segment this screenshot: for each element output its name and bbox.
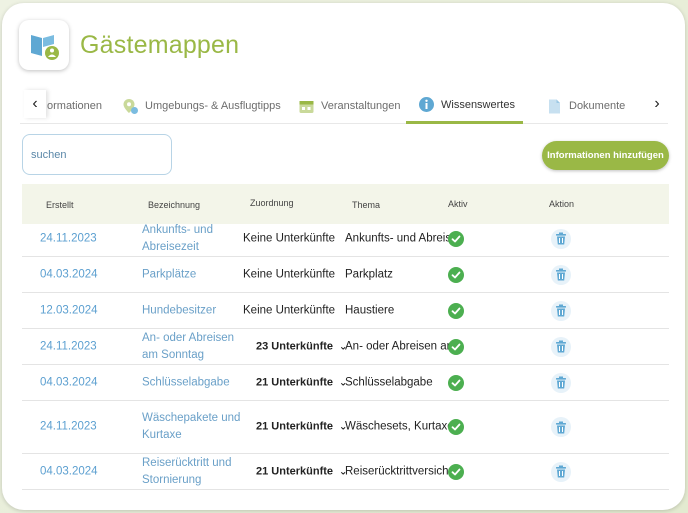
table-row[interactable]: 24.11.2023 Wäschepakete und Kurtaxe 21 Unt… <box>22 401 669 454</box>
chevron-left-icon[interactable]: ‹ <box>24 90 46 118</box>
tab-umgebungs-ausflugtipps[interactable]: Umgebungs- & Ausflugtipps <box>122 88 281 124</box>
assignment-label: 23 Unterkünfte <box>256 340 334 352</box>
entry-name-link[interactable]: Wäschepakete und Kurtaxe <box>142 410 242 444</box>
entry-name-link[interactable]: An- oder Abreisen am Sonntag <box>142 330 242 364</box>
check-circle-icon <box>448 302 464 319</box>
check-circle-icon <box>448 230 464 247</box>
active-status <box>448 230 464 247</box>
delete-button[interactable] <box>551 300 571 321</box>
header-theme[interactable]: Thema <box>352 200 380 210</box>
calendar-icon <box>298 98 315 115</box>
check-circle-icon <box>448 374 464 391</box>
tab-label: Dokumente <box>569 100 626 112</box>
check-circle-icon <box>448 419 464 435</box>
trash-icon <box>551 300 571 321</box>
header-name[interactable]: Bezeichnung <box>148 200 200 210</box>
table-row[interactable]: 24.11.2023 Ankunfts- und Abreisezeit Keine… <box>22 221 669 257</box>
delete-button[interactable] <box>551 461 571 482</box>
tab-label: Veranstaltungen <box>321 100 401 112</box>
search-input[interactable] <box>22 134 172 175</box>
active-status <box>448 374 464 391</box>
table-row[interactable]: 04.03.2024 Parkplätze Keine Unterkünfte Par… <box>22 257 669 293</box>
trash-icon <box>551 228 571 249</box>
assignment-dropdown[interactable]: 21 Unterkünfte ⌄ <box>256 463 347 480</box>
assignment-dropdown[interactable]: 21 Unterkünfte ⌄ <box>256 419 347 436</box>
assignment-label: Keine Unterkünfte <box>243 304 336 316</box>
assignment-text: Keine Unterkünfte <box>243 302 335 319</box>
header-created[interactable]: Erstellt <box>46 200 74 210</box>
table-row[interactable]: 24.11.2023 An- oder Abreisen am Sonntag 23… <box>22 329 669 365</box>
active-status <box>448 266 464 283</box>
theme-text: Reiserücktrittversiche <box>345 465 449 477</box>
header-assignment[interactable]: Zuordnung <box>250 198 294 208</box>
table-row[interactable]: 04.03.2024 Reiserücktritt und Stornierung… <box>22 454 669 490</box>
guestbook-logo-icon <box>19 20 69 70</box>
created-date: 04.03.2024 <box>40 268 98 280</box>
table-row[interactable]: 04.03.2024 Schlüsselabgabe 21 Unterkünfte ⌄… <box>22 365 669 401</box>
active-status <box>448 302 464 319</box>
assignment-dropdown[interactable]: 23 Unterkünfte ⌄ <box>256 338 347 355</box>
created-date: 04.03.2024 <box>40 465 98 477</box>
theme-text: Haustiere <box>345 304 395 316</box>
tab-bar: ‹ ormationen Umgebungs- & Ausflugtipps V… <box>20 88 668 124</box>
check-circle-icon <box>448 463 464 480</box>
active-status <box>448 463 464 480</box>
assignment-text: Keine Unterkünfte <box>243 230 335 247</box>
header-action: Aktion <box>549 199 575 209</box>
created-date: 12.03.2024 <box>40 304 98 316</box>
trash-icon <box>551 264 571 285</box>
assignment-text: Keine Unterkünfte <box>243 266 335 283</box>
delete-button[interactable] <box>551 336 571 357</box>
tab-label: ormationen <box>47 100 103 112</box>
assignment-label: 21 Unterkünfte <box>256 465 334 477</box>
tab-label: Wissenswertes <box>441 98 515 111</box>
entry-name-link[interactable]: Schlüsselabgabe <box>142 374 242 391</box>
trash-icon <box>551 372 571 393</box>
trash-icon <box>551 417 571 437</box>
check-circle-icon <box>448 338 464 355</box>
entry-name-link[interactable]: Parkplätze <box>142 266 242 283</box>
trash-icon <box>551 336 571 357</box>
page-title: Gästemappen <box>80 31 240 59</box>
guestbook-card: Gästemappen ‹ ormationen Umgebungs- & Au… <box>2 3 685 510</box>
assignment-dropdown[interactable]: 21 Unterkünfte ⌄ <box>256 374 347 391</box>
active-status <box>448 338 464 355</box>
assignment-label: 21 Unterkünfte <box>256 376 334 388</box>
delete-button[interactable] <box>551 264 571 285</box>
check-circle-icon <box>448 266 464 283</box>
theme-text: Ankunfts- und Abreisezeit <box>345 232 449 244</box>
created-date: 24.11.2023 <box>40 340 97 352</box>
trash-icon <box>551 461 571 482</box>
info-icon <box>418 96 435 113</box>
entry-name-link[interactable]: Reiserücktritt und Stornierung <box>142 455 242 489</box>
assignment-label: Keine Unterkünfte <box>243 232 336 244</box>
header-active[interactable]: Aktiv <box>448 199 468 209</box>
tab-veranstaltungen[interactable]: Veranstaltungen <box>298 88 401 124</box>
assignment-label: 21 Unterkünfte <box>256 420 334 433</box>
delete-button[interactable] <box>551 228 571 249</box>
theme-text: An- oder Abreisen am Sonntag <box>345 340 449 352</box>
entry-name-link[interactable]: Hundebesitzer <box>142 302 242 319</box>
add-information-button[interactable]: Informationen hinzufügen <box>542 141 669 170</box>
created-date: 24.11.2023 <box>40 232 97 244</box>
delete-button[interactable] <box>551 372 571 393</box>
document-icon <box>546 98 563 115</box>
map-pin-icon <box>122 98 139 115</box>
theme-text: Schlüsselabgabe <box>345 376 433 388</box>
created-date: 24.11.2023 <box>40 420 97 433</box>
tab-label: Umgebungs- & Ausflugtipps <box>145 100 281 112</box>
theme-text: Parkplatz <box>345 268 393 280</box>
theme-text: Wäschesets, Kurtaxen und Endreinigung <box>345 420 449 433</box>
delete-button[interactable] <box>551 417 571 437</box>
tab-informationen[interactable]: ormationen <box>47 88 102 124</box>
tab-dokumente[interactable]: Dokumente <box>546 88 625 124</box>
table-row[interactable]: 12.03.2024 Hundebesitzer Keine Unterkünfte… <box>22 293 669 329</box>
tab-wissenswertes[interactable]: Wissenswertes <box>406 88 523 124</box>
chevron-right-icon[interactable]: › <box>646 90 668 118</box>
entry-name-link[interactable]: Ankunfts- und Abreisezeit <box>142 222 242 256</box>
created-date: 04.03.2024 <box>40 376 98 388</box>
active-status <box>448 419 464 435</box>
table-header: Erstellt Bezeichnung Zuordnung Thema Akt… <box>22 184 669 224</box>
assignment-label: Keine Unterkünfte <box>243 268 336 280</box>
